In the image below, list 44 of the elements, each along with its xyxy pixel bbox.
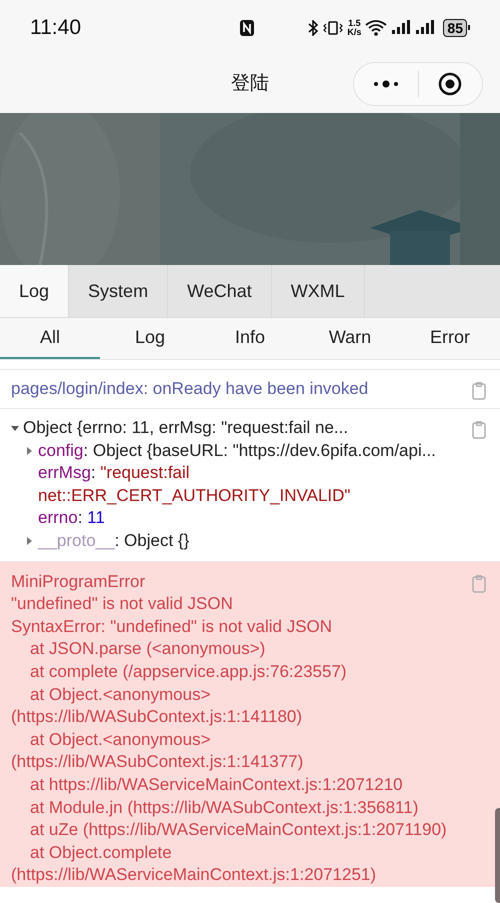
filter-tab[interactable]: Warn (300, 318, 400, 359)
network-speed: 1.5 K/s (347, 18, 362, 36)
caret-icon[interactable] (24, 446, 34, 456)
object-property: errMsg: "request:fail net::ERR_CERT_AUTHORITY_INVALID" (38, 462, 352, 507)
caret-icon[interactable] (24, 536, 34, 546)
error-message: (https://lib/WASubContext.js:1:141377) (11, 751, 304, 774)
clipboard-icon[interactable] (472, 421, 486, 439)
stack-frame: at JSON.parse (<anonymous>) (11, 638, 472, 661)
stack-frame: at Object.<anonymous> (11, 728, 472, 752)
signal-icon (391, 20, 412, 35)
object-summary[interactable]: Object {errno: 11, errMsg: "request:fail ne... (23, 417, 348, 440)
scrollbar[interactable] (495, 808, 500, 903)
error-message: "undefined" is not valid JSON (11, 593, 234, 616)
bluetooth-icon (307, 20, 320, 36)
page-title: 登陆 (231, 72, 269, 96)
more-icon (372, 80, 399, 88)
filter-tab[interactable]: Log (100, 318, 200, 359)
tab[interactable]: Log (0, 265, 70, 317)
stack-frame: at complete (/appservice.app.js:76:23557) (11, 660, 472, 684)
stack-frame: at Object.complete (11, 842, 472, 864)
wifi-icon (365, 20, 388, 36)
error-message: (https://lib/WASubContext.js:1:141180) (11, 706, 304, 728)
nfc-icon (239, 18, 256, 36)
error-message: (https://lib/WAServiceMainContext.js:1:2071251) (11, 864, 378, 886)
caret-icon[interactable] (10, 423, 20, 434)
log-message: pages/login/index: onReady have been invoked (11, 378, 370, 400)
stack-frame: at Module.jn (https://lib/WASubContext.js:1:356811) (11, 796, 472, 820)
clipboard-icon[interactable] (472, 382, 486, 400)
stack-frame: at https://lib/WAServiceMainContext.js:1:2071210 (11, 774, 472, 796)
stack-frame: at uZe (https://lib/WAServiceMainContext.js:1:2071190) (11, 819, 472, 842)
object-property[interactable]: config: Object {baseURL: "https://dev.6pifa.com/api... (38, 440, 436, 462)
object-property[interactable]: __proto__: Object {} (38, 530, 190, 553)
stack-frame: at Object.<anonymous> (11, 684, 472, 706)
error-message: SyntaxError: "undefined" is not valid JSON (11, 616, 334, 638)
filter-tab[interactable]: Info (200, 318, 300, 359)
filter-tab[interactable]: Error (400, 318, 500, 359)
object-property: errno: 11 (38, 507, 105, 530)
error-message: MiniProgramError (11, 570, 146, 593)
clock-time: 11:40 (30, 14, 81, 41)
target-icon (438, 72, 462, 96)
battery-indicator: 85 (443, 18, 470, 36)
vibrate-icon (323, 20, 344, 36)
clipboard-icon[interactable] (472, 574, 486, 593)
signal-icon (415, 20, 436, 35)
